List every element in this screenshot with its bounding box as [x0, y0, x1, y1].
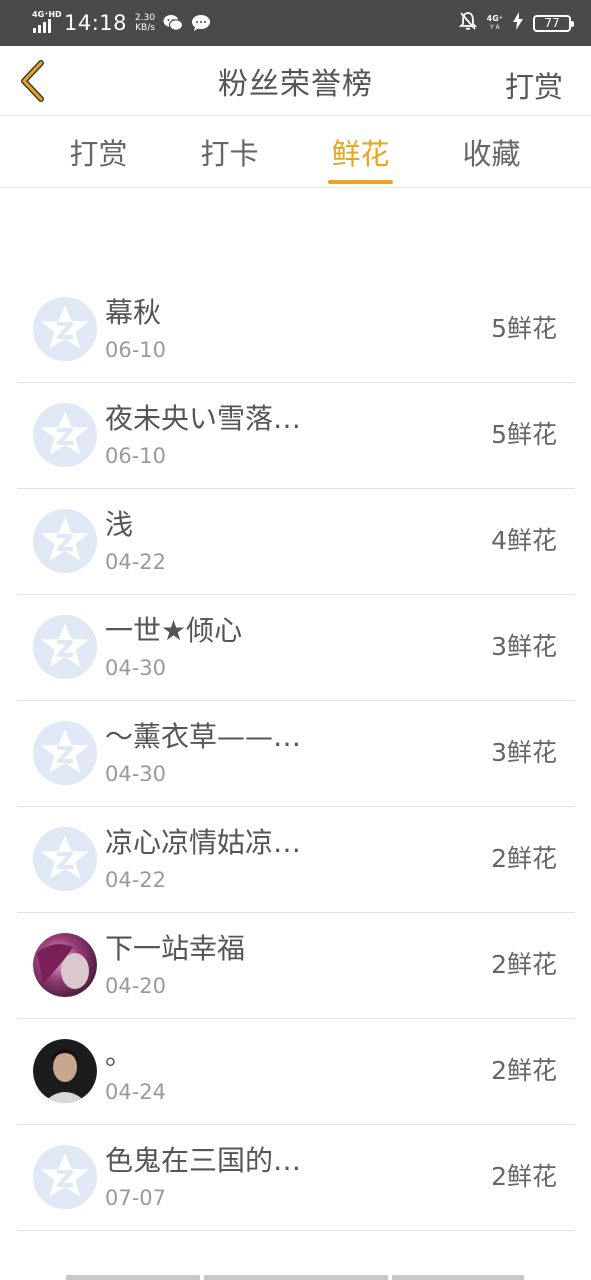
reward-button[interactable]: 打赏 — [505, 64, 563, 106]
mobile-data-label: 4G⁺ — [486, 14, 503, 23]
battery-indicator: 77 — [533, 14, 574, 32]
fan-name: ～薰衣草——… — [105, 720, 302, 753]
fan-row[interactable]: ～薰衣草——… 04-30 3鲜花 — [17, 701, 575, 807]
tab-checkin[interactable]: 打卡 — [164, 116, 295, 188]
network-speed-unit: KB/s — [135, 23, 155, 33]
flower-count: 5鲜花 — [491, 420, 557, 449]
network-speed-value: 2.30 — [135, 13, 156, 23]
fan-name: 一世★倾心 — [105, 614, 243, 647]
tab-label: 打卡 — [200, 137, 259, 171]
default-avatar-icon — [33, 615, 97, 679]
fan-ranking-list: 幕秋 06-10 5鲜花 夜未央い雪落… 06-10 5鲜花 浅 04-22 4… — [17, 277, 575, 1231]
active-tab-underline — [328, 180, 393, 184]
fan-row[interactable]: 浅 04-22 4鲜花 — [17, 489, 575, 595]
clock: 14:18 — [64, 11, 128, 35]
fan-date: 04-22 — [105, 868, 167, 892]
fan-date: 07-07 — [105, 1186, 167, 1210]
message-bubble-icon — [191, 14, 211, 32]
default-avatar-icon — [33, 721, 97, 785]
flower-count: 2鲜花 — [491, 1056, 557, 1085]
flower-count: 2鲜花 — [491, 950, 557, 979]
tab-favorites[interactable]: 收藏 — [426, 116, 557, 188]
page-title: 粉丝荣誉榜 — [218, 66, 373, 102]
fan-row[interactable]: 一世★倾心 04-30 3鲜花 — [17, 595, 575, 701]
bottom-scroll-indicator — [66, 1275, 524, 1280]
default-avatar-icon — [33, 1145, 97, 1209]
avatar — [33, 297, 97, 361]
default-avatar-icon — [33, 403, 97, 467]
avatar — [33, 933, 97, 997]
fan-name: 色鬼在三国的… — [105, 1144, 302, 1177]
fan-row[interactable]: 夜未央い雪落… 06-10 5鲜花 — [17, 383, 575, 489]
tab-label: 打赏 — [69, 137, 128, 171]
avatar — [33, 509, 97, 573]
avatar — [33, 403, 97, 467]
network-tag: 4G⁺HD — [32, 10, 62, 19]
fan-date: 04-30 — [105, 762, 167, 786]
flower-count: 5鲜花 — [491, 314, 557, 343]
fan-row[interactable]: 下一站幸福 04-20 2鲜花 — [17, 913, 575, 1019]
photo-avatar-purple-hair — [33, 933, 97, 997]
avatar — [33, 615, 97, 679]
avatar — [33, 721, 97, 785]
battery-level: 77 — [544, 15, 560, 30]
fan-row[interactable]: 幕秋 06-10 5鲜花 — [17, 277, 575, 383]
wechat-icon — [163, 14, 184, 32]
fan-name: 浅 — [105, 508, 134, 541]
avatar — [33, 827, 97, 891]
tab-bar: 打赏 打卡 鲜花 收藏 — [0, 116, 591, 188]
flower-count: 3鲜花 — [491, 738, 557, 767]
status-bar: 4G⁺HD 14:18 2.30 KB/s 4G⁺ Y A 77 — [0, 0, 591, 46]
photo-avatar-man — [33, 1039, 97, 1103]
mute-bell-icon — [458, 11, 477, 35]
fan-date: 04-30 — [105, 656, 167, 680]
network-speed: 2.30 KB/s — [135, 13, 155, 33]
fan-row[interactable]: 凉心凉情姑凉… 04-22 2鲜花 — [17, 807, 575, 913]
fan-name: 。 — [105, 1038, 134, 1071]
fan-name: 凉心凉情姑凉… — [105, 826, 302, 859]
tab-flowers[interactable]: 鲜花 — [295, 116, 426, 188]
fan-date: 06-10 — [105, 338, 167, 362]
avatar — [33, 1145, 97, 1209]
charging-bolt-icon — [513, 12, 523, 34]
flower-count: 4鲜花 — [491, 526, 557, 555]
status-bar-left: 4G⁺HD 14:18 2.30 KB/s — [32, 11, 211, 35]
flower-count: 2鲜花 — [491, 1162, 557, 1191]
fan-row[interactable]: 色鬼在三国的… 07-07 2鲜花 — [17, 1125, 575, 1231]
mobile-data-sub: Y A — [489, 24, 500, 31]
avatar — [33, 1039, 97, 1103]
back-button[interactable] — [10, 56, 54, 106]
default-avatar-icon — [33, 509, 97, 573]
mobile-data-indicator: 4G⁺ Y A — [487, 14, 503, 32]
tab-label: 收藏 — [462, 137, 521, 171]
status-bar-right: 4G⁺ Y A 77 — [458, 11, 574, 35]
default-avatar-icon — [33, 297, 97, 361]
fan-name: 幕秋 — [105, 296, 162, 329]
header-bar: 粉丝荣誉榜 打赏 — [0, 46, 591, 116]
fan-date: 04-22 — [105, 550, 167, 574]
cellular-signal-icon: 4G⁺HD — [32, 11, 62, 35]
fan-date: 04-24 — [105, 1080, 167, 1104]
fan-row[interactable]: 。 04-24 2鲜花 — [17, 1019, 575, 1125]
back-chevron-icon — [21, 60, 44, 102]
fan-name: 夜未央い雪落… — [105, 402, 302, 435]
flower-count: 3鲜花 — [491, 632, 557, 661]
tab-label: 鲜花 — [331, 137, 390, 171]
fan-date: 06-10 — [105, 444, 167, 468]
tab-reward[interactable]: 打赏 — [33, 116, 164, 188]
default-avatar-icon — [33, 827, 97, 891]
flower-count: 2鲜花 — [491, 844, 557, 873]
fan-date: 04-20 — [105, 974, 167, 998]
fan-name: 下一站幸福 — [105, 932, 246, 965]
